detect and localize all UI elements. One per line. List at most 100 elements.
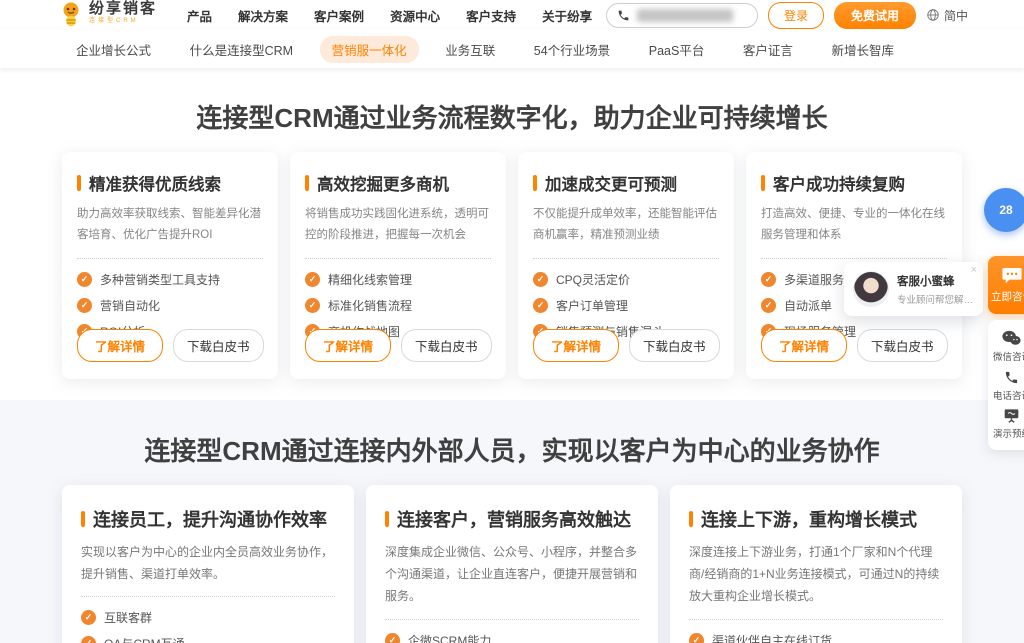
whitepaper-button[interactable]: 下载白皮书 (173, 329, 264, 362)
card-deals: 加速成交更可预测 不仅能提升成单效率，还能智能评估商机赢率，精准预测业绩 ✓CP… (518, 152, 734, 379)
phone-consult[interactable]: 电话咨询 (993, 370, 1024, 402)
nav-item-solutions[interactable]: 解决方案 (238, 6, 288, 25)
bullet-item: ✓多种营销类型工具支持 (77, 271, 263, 288)
card-title: 连接客户，营销服务高效触达 (397, 506, 631, 532)
brand-tagline: 连接型CRM (89, 18, 157, 24)
bullet-item: ✓企微SCRM能力 (385, 632, 639, 643)
card-title: 连接上下游，重构增长模式 (701, 506, 917, 532)
check-icon: ✓ (305, 272, 320, 287)
phone-pill[interactable] (606, 3, 758, 28)
section-digitalization: 连接型CRM通过业务流程数字化，助力企业可持续增长 精准获得优质线索 助力高效率… (0, 68, 1024, 379)
divider (385, 619, 639, 620)
close-icon[interactable]: × (971, 265, 977, 276)
bullet-label: 多种营销类型工具支持 (100, 271, 220, 288)
subnav-item-growth-library[interactable]: 新增长智库 (819, 36, 906, 63)
bullet-item: ✓CPQ灵活定价 (533, 271, 719, 288)
check-icon: ✓ (761, 298, 776, 313)
detail-button[interactable]: 了解详情 (305, 329, 391, 362)
whitepaper-button[interactable]: 下载白皮书 (401, 329, 492, 362)
subnav-item-testimonials[interactable]: 客户证言 (731, 36, 805, 63)
subnav-item-business-connect[interactable]: 业务互联 (433, 36, 507, 63)
subnav-item-growth-formula[interactable]: 企业增长公式 (64, 36, 163, 63)
bee-mascot-icon (58, 1, 84, 27)
brand-name: 纷享销客 (89, 1, 157, 16)
card-title-row: 精准获得优质线索 (77, 171, 263, 195)
subnav-item-paas[interactable]: PaaS平台 (637, 36, 717, 63)
bullet-list: ✓互联客群 ✓OA与CRM互通 ✓社交化工作圈 (81, 609, 335, 643)
demo-icon (1003, 408, 1020, 423)
whitepaper-button[interactable]: 下载白皮书 (629, 329, 720, 362)
free-trial-button[interactable]: 免费试用 (834, 2, 916, 29)
bullet-label: 企微SCRM能力 (408, 632, 491, 643)
title-marker (77, 175, 81, 191)
nav-item-support[interactable]: 客户支持 (466, 6, 516, 25)
section2-title: 连接型CRM通过连接内外部人员，实现以客户为中心的业务协作 (0, 400, 1024, 468)
check-icon: ✓ (533, 298, 548, 313)
chat-agent-name: 客服小蜜蜂 (897, 273, 974, 289)
bullet-label: 客户订单管理 (556, 297, 628, 314)
subnav-item-marketing-sales-service[interactable]: 营销服一体化 (320, 36, 419, 63)
card-desc: 深度连接上下游业务，打通1个厂家和N个代理商/经销商的1+N业务连接模式，可通过… (689, 541, 943, 608)
detail-button[interactable]: 了解详情 (77, 329, 163, 362)
card-desc: 助力高效率获取线索、智能差异化潜客培育、优化广告提升ROI (77, 204, 263, 247)
check-icon: ✓ (81, 636, 96, 643)
bullet-label: CPQ灵活定价 (556, 271, 630, 288)
demo-booking-label: 演示预约 (993, 426, 1024, 440)
top-bar: 纷享销客 连接型CRM 产品 解决方案 客户案例 资源中心 客户支持 关于纷享 … (0, 0, 1024, 30)
nav-item-resources[interactable]: 资源中心 (390, 6, 440, 25)
nav-item-about[interactable]: 关于纷享 (542, 6, 592, 25)
title-marker (81, 511, 85, 527)
section1-title: 连接型CRM通过业务流程数字化，助力企业可持续增长 (0, 68, 1024, 135)
chat-agent-subtitle: 专业顾问帮您解答问题... (897, 292, 974, 306)
divider (77, 258, 263, 259)
contact-side-panel: 微信咨询 电话咨询 演示预约 (988, 320, 1024, 450)
wechat-consult[interactable]: 微信咨询 (993, 330, 1024, 363)
subnav-item-industry-scenes[interactable]: 54个行业场景 (522, 36, 622, 63)
bullet-label: 渠道伙伴自主在线订货 (712, 632, 832, 643)
whitepaper-button[interactable]: 下载白皮书 (857, 329, 948, 362)
card-desc: 深度集成企业微信、公众号、小程序，并整合多个沟通渠道，让企业直连客户，便捷开展营… (385, 541, 639, 608)
brand-logo[interactable]: 纷享销客 连接型CRM (58, 1, 157, 27)
demo-booking[interactable]: 演示预约 (993, 408, 1024, 440)
card-connect-employees: 连接员工，提升沟通协作效率 实现以客户为中心的企业内全员高效业务协作，提升销售、… (62, 485, 354, 643)
detail-button[interactable]: 了解详情 (761, 329, 847, 362)
bullet-item: ✓标准化销售流程 (305, 297, 491, 314)
check-icon: ✓ (689, 633, 704, 643)
bullet-list: ✓渠道伙伴自主在线订货 ✓营销活动与费用在线核销 ✓上下游深度协作 (689, 632, 943, 643)
bullet-item: ✓ OA与CRM互通 (81, 635, 335, 643)
bullet-label: 标准化销售流程 (328, 297, 412, 314)
bullet-label: 互联客群 (104, 609, 152, 626)
bullet-label: OA与CRM互通 (104, 635, 185, 643)
chat-popup: 客服小蜜蜂 专业顾问帮您解答问题... × (844, 262, 983, 316)
bullet-item: ✓ 互联客群 (81, 609, 335, 626)
notification-badge[interactable]: 28 (984, 188, 1024, 232)
card-title-row: 连接客户，营销服务高效触达 (385, 506, 639, 532)
consult-now-button[interactable]: 立即咨询 (988, 256, 1024, 314)
card-desc: 将销售成功实践固化进系统，透明可控的阶段推进，把握每一次机会 (305, 204, 491, 247)
consult-now-label: 立即咨询 (991, 289, 1024, 304)
card-title-row: 连接员工，提升沟通协作效率 (81, 506, 335, 532)
card-desc: 打造高效、便捷、专业的一体化在线服务管理和体系 (761, 204, 947, 247)
bullet-item: ✓ 渠道伙伴自主在线订货 (689, 632, 943, 643)
subnav-item-what-is-crm[interactable]: 什么是连接型CRM (178, 36, 305, 63)
section-collaboration: 连接型CRM通过连接内外部人员，实现以客户为中心的业务协作 连接员工，提升沟通协… (0, 400, 1024, 643)
card-title: 连接员工，提升沟通协作效率 (93, 506, 327, 532)
card-buttons: 了解详情 下载白皮书 (305, 329, 492, 362)
nav-item-cases[interactable]: 客户案例 (314, 6, 364, 25)
chat-bubble-icon (1002, 267, 1022, 284)
wechat-icon (1002, 330, 1021, 346)
card-buttons: 了解详情 下载白皮书 (77, 329, 264, 362)
card-buttons: 了解详情 下载白皮书 (533, 329, 720, 362)
card-desc: 不仅能提升成单效率，还能智能评估商机赢率，精准预测业绩 (533, 204, 719, 247)
detail-button[interactable]: 了解详情 (533, 329, 619, 362)
check-icon: ✓ (81, 610, 96, 625)
language-selector[interactable]: 简中 (926, 7, 968, 24)
page: 纷享销客 连接型CRM 产品 解决方案 客户案例 资源中心 客户支持 关于纷享 … (0, 0, 1024, 643)
login-button[interactable]: 登录 (768, 2, 824, 29)
card-opportunities: 高效挖掘更多商机 将销售成功实践固化进系统，透明可控的阶段推进，把握每一次机会 … (290, 152, 506, 379)
nav-item-products[interactable]: 产品 (187, 6, 212, 25)
title-marker (689, 511, 693, 527)
divider (305, 258, 491, 259)
card-title: 客户成功持续复购 (773, 171, 905, 195)
card-connect-supply-chain: 连接上下游，重构增长模式 深度连接上下游业务，打通1个厂家和N个代理商/经销商的… (670, 485, 962, 643)
